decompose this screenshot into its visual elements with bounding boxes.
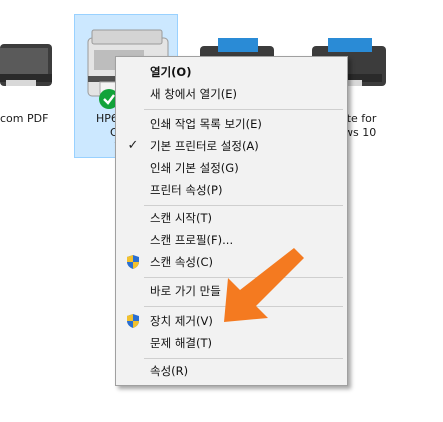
device-label: com PDF [0,112,49,125]
menu-item-troubleshoot[interactable]: 문제 해결(T) [116,332,347,354]
annotation-arrow-icon [224,248,304,322]
menu-item-set-default[interactable]: ✓ 기본 프린터로 설정(A) [116,135,347,157]
menu-item-printer-properties[interactable]: 프린터 속성(P) [116,179,347,201]
check-icon: ✓ [127,138,139,153]
menu-separator [144,109,343,110]
menu-item-properties[interactable]: 속성(R) [116,360,347,382]
printer-icon [0,44,52,86]
menu-item-open-new-window[interactable]: 새 창에서 열기(E) [116,83,347,105]
menu-separator [144,358,343,359]
menu-item-print-preferences[interactable]: 인쇄 기본 설정(G) [116,157,347,179]
uac-shield-icon [127,255,139,269]
uac-shield-icon [127,314,139,328]
menu-separator [144,205,343,206]
menu-item-start-scan[interactable]: 스캔 시작(T) [116,207,347,229]
context-menu: 열기(O) 새 창에서 열기(E) 인쇄 작업 목록 보기(E) ✓ 기본 프린… [115,56,348,386]
menu-item-open[interactable]: 열기(O) [116,61,347,83]
menu-item-print-queue[interactable]: 인쇄 작업 목록 보기(E) [116,113,347,135]
device-item-pdf[interactable]: com PDF [0,20,70,140]
